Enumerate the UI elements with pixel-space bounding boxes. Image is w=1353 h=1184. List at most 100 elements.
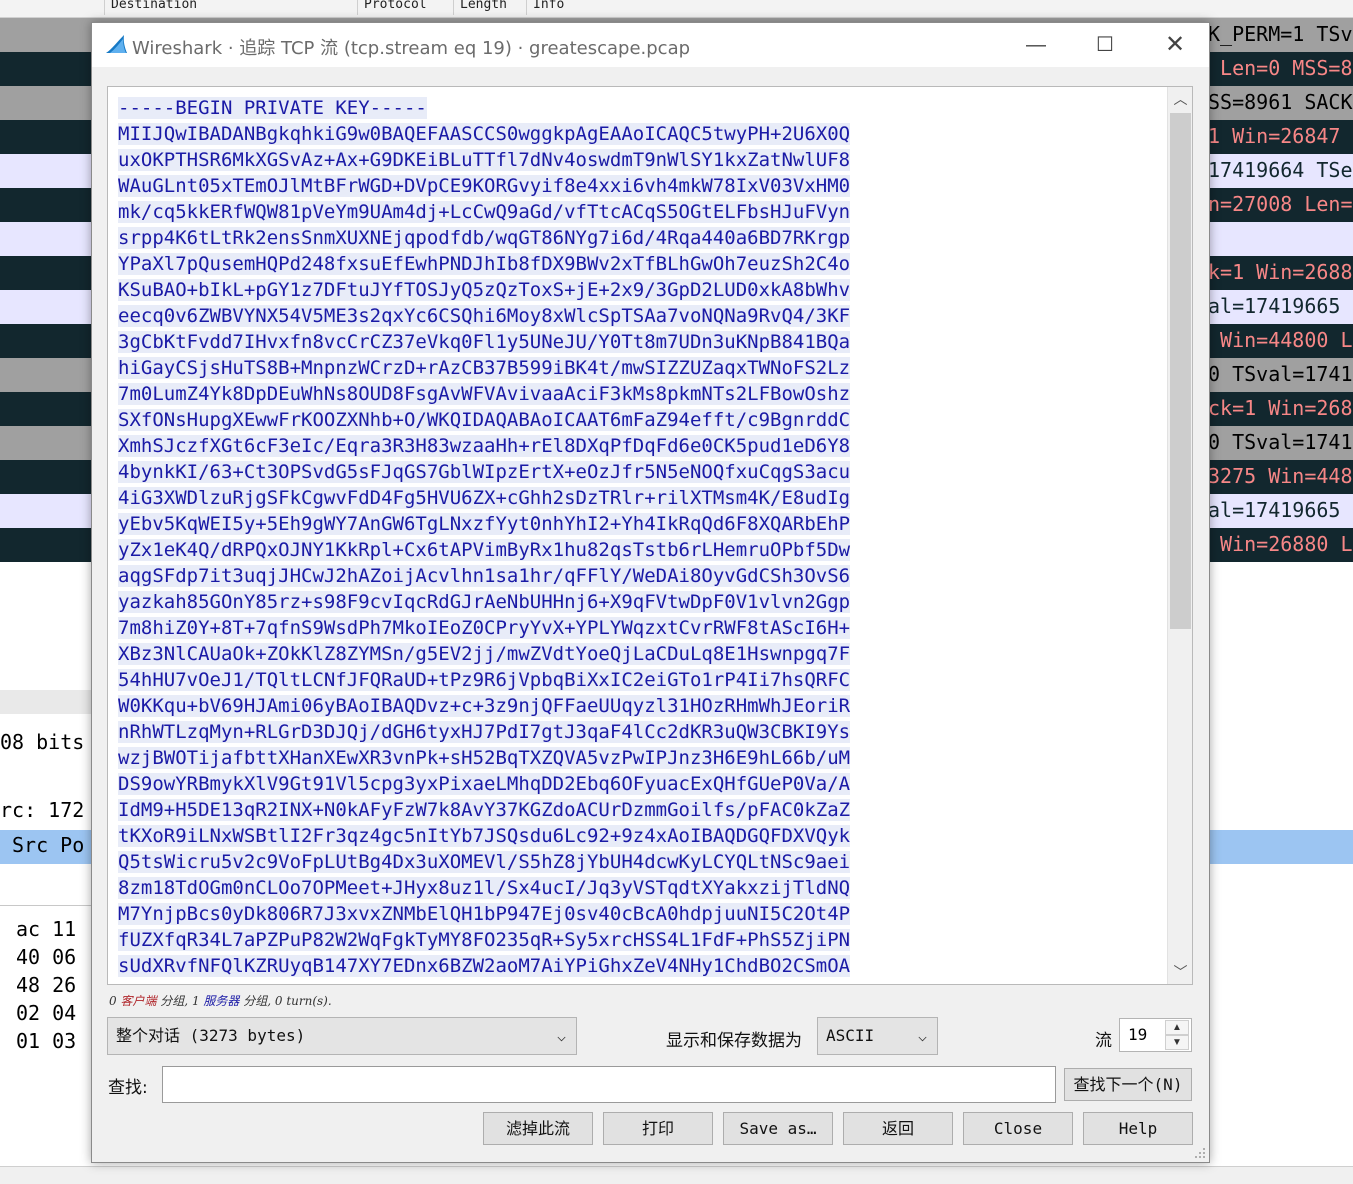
stream-line-text: MIIJQwIBADANBgkqhkiG9w0BAQEFAASCCS0wggkp… <box>118 123 851 145</box>
packet-info-text: al=17419665 <box>1208 498 1353 522</box>
find-input[interactable] <box>162 1066 1056 1103</box>
stepper-up-icon[interactable]: ▲ <box>1165 1020 1189 1035</box>
packet-info-text: 3275 Win=448 <box>1208 464 1353 488</box>
packet-info-text: ck=1 Win=268 <box>1208 396 1353 420</box>
stream-number-stepper[interactable]: 19 ▲ ▼ <box>1119 1018 1192 1052</box>
stream-line-text: eecq0v6ZWBVYNX54V5ME3s2qxYc6CSQhi6Moy8xW… <box>118 305 851 327</box>
stream-line: YPaXl7pQusemHQPd248fxsuEfEwhPNDJhIb8fDX9… <box>118 251 1163 277</box>
save-as-button[interactable]: Save as… <box>723 1112 833 1145</box>
find-next-button[interactable]: 查找下一个(N) <box>1064 1068 1192 1101</box>
stepper-down-icon[interactable]: ▼ <box>1165 1035 1189 1050</box>
stream-line: 8zm18TdOGm0nCLOo7OPMeet+JHyx8uz1l/Sx4ucI… <box>118 875 1163 901</box>
stream-line-text: 4bynkKI/63+Ct3OPSvdG5sFJqGS7GblWIpzErtX+… <box>118 461 851 483</box>
client-label: 客户端 <box>120 994 157 1008</box>
column-protocol[interactable]: Protocol <box>357 0 427 15</box>
filter-out-stream-button[interactable]: 滤掉此流 <box>483 1112 593 1145</box>
chevron-down-icon: ⌵ <box>917 1027 927 1045</box>
help-button[interactable]: Help <box>1083 1112 1193 1145</box>
conversation-select[interactable]: 整个对话 (3273 bytes) ⌵ <box>107 1017 577 1055</box>
minimize-button[interactable]: — <box>1008 23 1064 67</box>
stream-line-text: W0KKqu+bV69HJAmi06yBAoIBAQDvz+c+3z9njQFF… <box>118 695 851 717</box>
stream-line-text: XBz3NlCAUaOk+ZOkKlZ8ZYMSn/g5EV2jj/mwZVdt… <box>118 643 851 665</box>
resize-grip-icon[interactable] <box>1194 1147 1206 1159</box>
print-button[interactable]: 打印 <box>603 1112 713 1145</box>
stream-line: fUZXfqR34L7aPZPuP82W2WqFgkTyMY8FO235qR+S… <box>118 927 1163 953</box>
scroll-down-icon[interactable]: ﹀ <box>1168 960 1192 984</box>
packet-info-text: 0 TSval=1741 <box>1208 362 1353 386</box>
stream-line: Q5tsWicru5v2c9VoFpLUtBg4Dx3uXOMEVl/S5hZ8… <box>118 849 1163 875</box>
stream-line-text: XmhSJczfXGt6cF3eIc/Eqra3R3H83wzaaHh+rEl8… <box>118 435 851 457</box>
stream-line-text: KSuBAO+bIkL+pGY1z7DFtuJYfTOSJyQ5zQzToxS+… <box>118 279 851 301</box>
title-bar[interactable]: Wireshark · 追踪 TCP 流 (tcp.stream eq 19) … <box>92 23 1209 67</box>
scroll-up-icon[interactable]: ︿ <box>1168 87 1192 111</box>
stream-line: wzjBWOTijafbttXHanXEwXR3vnPk+sH52BqTXZQV… <box>118 745 1163 771</box>
stream-line-text: yEbv5KqWEI5y+5Eh9gWY7AnGW6TgLNxzfYyt0nhY… <box>118 513 851 535</box>
stream-line: KSuBAO+bIkL+pGY1z7DFtuJYfTOSJyQ5zQzToxS+… <box>118 277 1163 303</box>
stream-line: yazkah85GOnY85rz+s98F9cvIqcRdGJrAeNbUHHn… <box>118 589 1163 615</box>
packet-info-text: al=17419665 <box>1208 294 1353 318</box>
find-label: 查找: <box>108 1078 148 1098</box>
maximize-button[interactable]: ☐ <box>1077 23 1133 67</box>
stream-line: 3gCbKtFvdd7IHvxfn8vcCrCZ37eVkq0Fl1y5UNeJ… <box>118 329 1163 355</box>
stream-line: mk/cq5kkERfWQW81pVeYm9UAm4dj+LcCwQ9aGd/v… <box>118 199 1163 225</box>
stream-line: eecq0v6ZWBVYNX54V5ME3s2qxYc6CSQhi6Moy8xW… <box>118 303 1163 329</box>
stream-line-text: DS9owYRBmykXlV9Gt91Vl5cpg3yxPixaeLMhqDD2… <box>118 773 851 795</box>
close-window-button[interactable]: ✕ <box>1147 23 1203 67</box>
stream-line-text: -----BEGIN PRIVATE KEY----- <box>118 97 427 119</box>
format-select[interactable]: ASCII ⌵ <box>817 1017 938 1055</box>
stream-line: M7YnjpBcs0yDk806R7J3xvxZNMbElQH1bP947Ej0… <box>118 901 1163 927</box>
column-length[interactable]: Length <box>453 0 507 15</box>
vertical-scrollbar[interactable]: ︿ ﹀ <box>1167 87 1192 984</box>
pane-divider <box>0 905 95 906</box>
stream-line-text: IdM9+H5DE13qR2INX+N0kAFyFzW7k8AvY37KGZdo… <box>118 799 851 821</box>
stream-text: -----BEGIN PRIVATE KEY----- MIIJQwIBADANB… <box>118 95 1163 979</box>
conversation-select-value: 整个对话 (3273 bytes) <box>116 1026 306 1045</box>
packet-info-text: 0 TSval=1741 <box>1208 430 1353 454</box>
format-label: 显示和保存数据为 <box>666 1031 802 1051</box>
stream-line: IdM9+H5DE13qR2INX+N0kAFyFzW7k8AvY37KGZdo… <box>118 797 1163 823</box>
column-info[interactable]: Info <box>526 0 564 15</box>
stream-line-text: WAuGLnt05xTEmOJlMtBFrWGD+DVpCE9KORGvyif8… <box>118 175 851 197</box>
packet-info-text: n=27008 Len= <box>1208 192 1353 216</box>
packet-list-header: Destination Protocol Length Info <box>0 0 1353 18</box>
scrollbar-thumb[interactable] <box>1170 113 1191 629</box>
detail-line: rc: 172 <box>0 798 85 822</box>
stream-line: 7m8hiZ0Y+8T+7qfnS9WsdPh7MkoIEoZ0CPryYvX+… <box>118 615 1163 641</box>
hex-line: 01 03 <box>16 1029 77 1053</box>
stream-line-text: YPaXl7pQusemHQPd248fxsuEfEwhPNDJhIb8fDX9… <box>118 253 851 275</box>
stream-line-text: mk/cq5kkERfWQW81pVeYm9UAm4dj+LcCwQ9aGd/v… <box>118 201 851 223</box>
window-title: Wireshark · 追踪 TCP 流 (tcp.stream eq 19) … <box>132 38 691 59</box>
column-destination[interactable]: Destination <box>104 0 197 15</box>
stream-line: W0KKqu+bV69HJAmi06yBAoIBAQDvz+c+3z9njQFF… <box>118 693 1163 719</box>
stream-line-text: tKXoR9iLNxWSBtlI2Fr3qz4gc5nItYb7JSQsdu6L… <box>118 825 851 847</box>
status-tail: 分组, 0 turn(s). <box>239 994 332 1008</box>
stream-line-text: srpp4K6tLtRk2ensSnmXUXNEjqpodfdb/wqGT86N… <box>118 227 851 249</box>
stream-line: 54hHU7vOeJ1/TQltLCNfJFQRaUD+tPz9R6jVpbqB… <box>118 667 1163 693</box>
back-button[interactable]: 返回 <box>843 1112 953 1145</box>
hex-line: ac 11 <box>16 917 77 941</box>
stream-content-area[interactable]: -----BEGIN PRIVATE KEY----- MIIJQwIBADANB… <box>107 86 1193 985</box>
stream-line: -----BEGIN PRIVATE KEY----- <box>118 95 1163 121</box>
stream-line-text: uxOKPTHSR6MkXGSvAz+Ax+G9DKEiBLuTTfl7dNv4… <box>118 149 851 171</box>
stream-line: nRhWTLzqMyn+RLGrD3DJQj/dGH6tyxHJ7PdI7gtJ… <box>118 719 1163 745</box>
hex-line: 02 04 <box>16 1001 77 1025</box>
close-button[interactable]: Close <box>963 1112 1073 1145</box>
packet-info-text: Win=44800 L <box>1208 328 1353 352</box>
stream-line-text: hiGayCSjsHuTS8B+MnpnzWCrzD+rAzCB37B599iB… <box>118 357 851 379</box>
detail-line: 08 bits <box>0 730 85 754</box>
packet-info-text: Len=0 MSS=8 <box>1208 56 1353 80</box>
pane-divider <box>0 690 95 714</box>
packet-info-text: k=1 Win=2688 <box>1208 260 1353 284</box>
packet-info-text: 1 Win=26847 <box>1208 124 1353 148</box>
chevron-down-icon: ⌵ <box>556 1027 566 1045</box>
stream-line-text: SXfONsHupgXEwwFrKOOZXNhb+O/WKQIDAQABAoIC… <box>118 409 851 431</box>
server-label: 服务器 <box>203 994 240 1008</box>
stream-line: tKXoR9iLNxWSBtlI2Fr3qz4gc5nItYb7JSQsdu6L… <box>118 823 1163 849</box>
stream-line: yEbv5KqWEI5y+5Eh9gWY7AnGW6TgLNxzfYyt0nhY… <box>118 511 1163 537</box>
stream-line: MIIJQwIBADANBgkqhkiG9w0BAQEFAASCCS0wggkp… <box>118 121 1163 147</box>
stream-line-text: 4iG3XWDlzuRjgSFkCgwvFdD4Fg5HVU6ZX+cGhh2s… <box>118 487 851 509</box>
stream-line-text: 8zm18TdOGm0nCLOo7OPMeet+JHyx8uz1l/Sx4ucI… <box>118 877 851 899</box>
stream-line: hiGayCSjsHuTS8B+MnpnzWCrzD+rAzCB37B599iB… <box>118 355 1163 381</box>
stream-line-text: yazkah85GOnY85rz+s98F9cvIqcRdGJrAeNbUHHn… <box>118 591 851 613</box>
hex-line: 40 06 <box>16 945 77 969</box>
